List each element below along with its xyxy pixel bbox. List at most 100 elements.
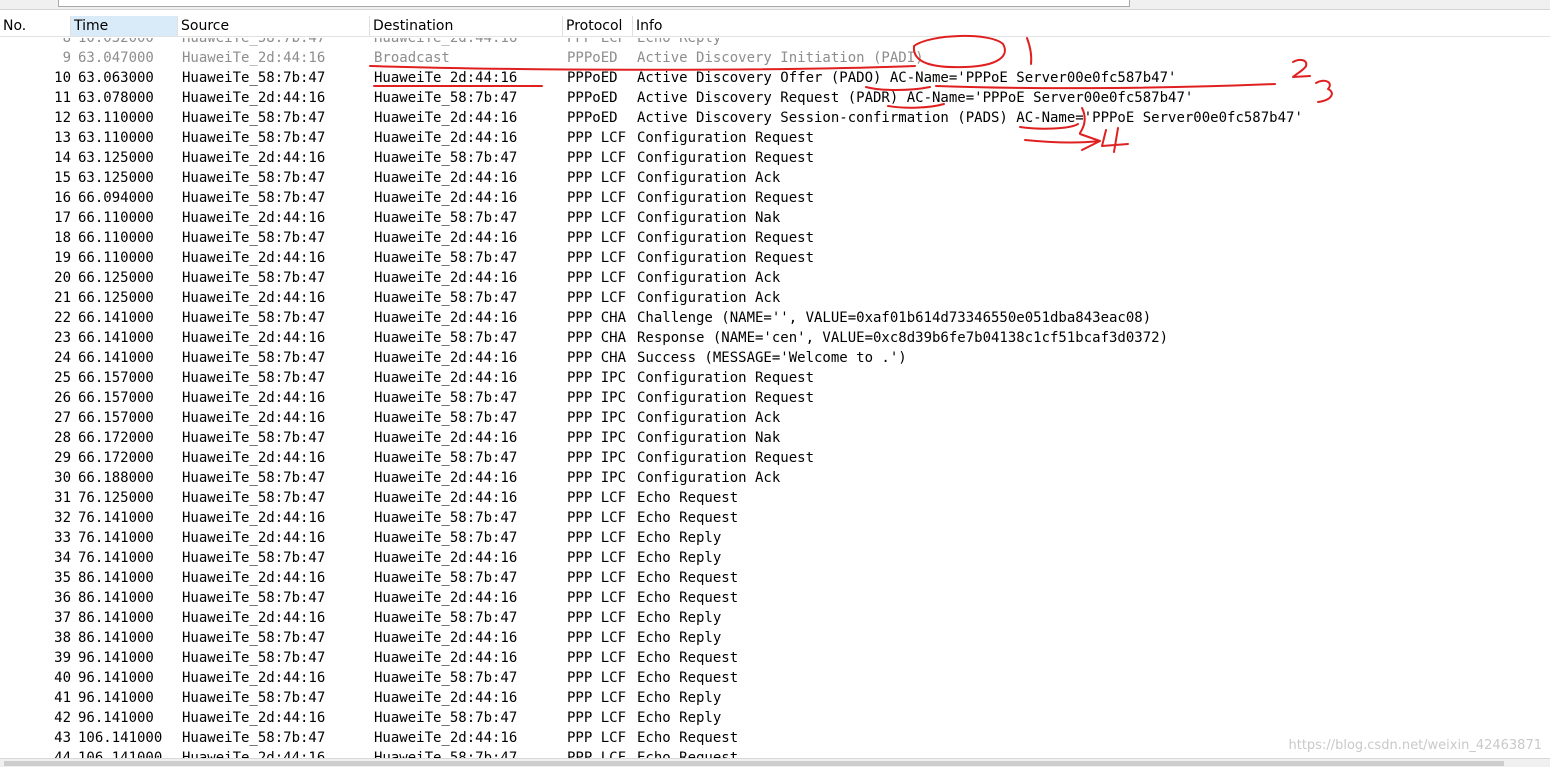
cell-info: Echo Reply (637, 710, 722, 726)
packet-row[interactable]: 28 66.172000 HuaweiTe_58:7b:47 HuaweiTe_2d:… (0, 428, 1550, 448)
cell-time: 63.125000 (78, 170, 154, 186)
packet-row[interactable]: 25 66.157000 HuaweiTe_58:7b:47 HuaweiTe_2d:… (0, 368, 1550, 388)
cell-destination: HuaweiTe_58:7b:47 (374, 410, 518, 426)
cell-protocol: PPPoED (567, 70, 618, 86)
horizontal-scrollbar[interactable] (0, 758, 1550, 767)
cell-protocol: PPP LCF (567, 170, 627, 186)
packet-row[interactable]: 34 76.141000 HuaweiTe_58:7b:47 HuaweiTe_2d:… (0, 548, 1550, 568)
cell-source: HuaweiTe_58:7b:47 (182, 190, 326, 206)
packet-row[interactable]: 16 66.094000 HuaweiTe_58:7b:47 HuaweiTe_2d:… (0, 188, 1550, 208)
cell-info: Challenge (NAME='', VALUE=0xaf01b614d733… (637, 310, 1152, 326)
column-header-info[interactable]: Info (633, 16, 1550, 36)
packet-row[interactable]: 37 86.141000 HuaweiTe_2d:44:16 HuaweiTe_58:… (0, 608, 1550, 628)
cell-protocol: PPP LCF (567, 550, 627, 566)
packet-row[interactable]: 14 63.125000 HuaweiTe_2d:44:16 HuaweiTe_58:… (0, 148, 1550, 168)
cell-no: 33 (54, 530, 71, 546)
cell-info: Configuration Ack (637, 290, 781, 306)
packet-row[interactable]: 31 76.125000 HuaweiTe_58:7b:47 HuaweiTe_2d:… (0, 488, 1550, 508)
cell-no: 34 (54, 550, 71, 566)
column-header-destination[interactable]: Destination (370, 16, 563, 36)
packet-row[interactable]: 21 66.125000 HuaweiTe_2d:44:16 HuaweiTe_58:… (0, 288, 1550, 308)
cell-info: Active Discovery Initiation (PADI) (637, 50, 924, 66)
cell-destination: HuaweiTe_2d:44:16 (374, 38, 518, 46)
cell-info: Response (NAME='cen', VALUE=0xc8d39b6fe7… (637, 330, 1169, 346)
packet-row[interactable]: 23 66.141000 HuaweiTe_2d:44:16 HuaweiTe_58:… (0, 328, 1550, 348)
packet-row[interactable]: 36 86.141000 HuaweiTe_58:7b:47 HuaweiTe_2d:… (0, 588, 1550, 608)
packet-row[interactable]: 8 10.032000 HuaweiTe_58:7b:47 HuaweiTe_2… (0, 38, 1550, 48)
cell-no: 43 (54, 730, 71, 746)
cell-info: Configuration Request (637, 450, 815, 466)
cell-no: 11 (54, 90, 71, 106)
cell-no: 37 (54, 610, 71, 626)
packet-row[interactable]: 26 66.157000 HuaweiTe_2d:44:16 HuaweiTe_58:… (0, 388, 1550, 408)
column-header-time[interactable]: Time (71, 16, 178, 36)
packet-row[interactable]: 11 63.078000 HuaweiTe_2d:44:16 HuaweiTe_58:… (0, 88, 1550, 108)
packet-row[interactable]: 22 66.141000 HuaweiTe_58:7b:47 HuaweiTe_2d:… (0, 308, 1550, 328)
packet-row[interactable]: 9 63.047000 HuaweiTe_2d:44:16 Broadcast PPPo… (0, 48, 1550, 68)
packet-row[interactable]: 39 96.141000 HuaweiTe_58:7b:47 HuaweiTe_2d:… (0, 648, 1550, 668)
packet-row[interactable]: 27 66.157000 HuaweiTe_2d:44:16 HuaweiTe_58:… (0, 408, 1550, 428)
cell-protocol: PPP LCF (567, 270, 627, 286)
packet-row[interactable]: 19 66.110000 HuaweiTe_2d:44:16 HuaweiTe_58:… (0, 248, 1550, 268)
cell-time: 66.141000 (78, 330, 154, 346)
cell-source: HuaweiTe_58:7b:47 (182, 230, 326, 246)
cell-source: HuaweiTe_58:7b:47 (182, 490, 326, 506)
cell-destination: HuaweiTe_58:7b:47 (374, 530, 518, 546)
packet-row[interactable]: 29 66.172000 HuaweiTe_2d:44:16 HuaweiTe_58:… (0, 448, 1550, 468)
column-header-protocol[interactable]: Protocol (563, 16, 633, 36)
column-header-source[interactable]: Source (178, 16, 370, 36)
cell-info: Echo Request (637, 490, 739, 506)
cell-protocol: PPP LCF (567, 490, 627, 506)
cell-destination: HuaweiTe_2d:44:16 (374, 730, 518, 746)
cell-info: Echo Reply (637, 530, 722, 546)
cell-source: HuaweiTe_2d:44:16 (182, 290, 326, 306)
cell-destination: HuaweiTe_2d:44:16 (374, 490, 518, 506)
packet-row[interactable]: 40 96.141000 HuaweiTe_2d:44:16 HuaweiTe_58:… (0, 668, 1550, 688)
packet-row[interactable]: 42 96.141000 HuaweiTe_2d:44:16 HuaweiTe_58:… (0, 708, 1550, 728)
cell-source: HuaweiTe_2d:44:16 (182, 670, 326, 686)
cell-protocol: PPP CHA (567, 330, 627, 346)
packet-row[interactable]: 24 66.141000 HuaweiTe_58:7b:47 HuaweiTe_2d:… (0, 348, 1550, 368)
cell-no: 36 (54, 590, 71, 606)
cell-protocol: PPP LCF (567, 230, 627, 246)
packet-row[interactable]: 30 66.188000 HuaweiTe_58:7b:47 HuaweiTe_2d:… (0, 468, 1550, 488)
packet-row[interactable]: 41 96.141000 HuaweiTe_58:7b:47 HuaweiTe_2d:… (0, 688, 1550, 708)
packet-row[interactable]: 18 66.110000 HuaweiTe_58:7b:47 HuaweiTe_2d:… (0, 228, 1550, 248)
packet-row[interactable]: 33 76.141000 HuaweiTe_2d:44:16 HuaweiTe_58:… (0, 528, 1550, 548)
display-filter-input[interactable] (58, 0, 1130, 7)
packet-row[interactable]: 35 86.141000 HuaweiTe_2d:44:16 HuaweiTe_58:… (0, 568, 1550, 588)
scrollbar-thumb[interactable] (4, 761, 1504, 766)
cell-info: Echo Request (637, 510, 739, 526)
cell-no: 29 (54, 450, 71, 466)
packet-row-partial[interactable]: 8 10.032000 HuaweiTe_58:7b:47 HuaweiTe_2… (0, 38, 1550, 48)
packet-row[interactable]: 12 63.110000 HuaweiTe_58:7b:47 HuaweiTe_2d:… (0, 108, 1550, 128)
cell-no: 27 (54, 410, 71, 426)
cell-no: 16 (54, 190, 71, 206)
cell-no: 38 (54, 630, 71, 646)
cell-info: Echo Request (637, 650, 739, 666)
cell-source: HuaweiTe_2d:44:16 (182, 50, 326, 66)
column-header-no[interactable]: No. (0, 16, 71, 36)
cell-protocol: PPP IPC (567, 450, 627, 466)
cell-info: Echo Request (637, 670, 739, 686)
cell-destination: HuaweiTe_2d:44:16 (374, 550, 518, 566)
packet-list[interactable]: 8 10.032000 HuaweiTe_58:7b:47 HuaweiTe_2… (0, 38, 1550, 758)
cell-destination: HuaweiTe_58:7b:47 (374, 250, 518, 266)
cell-time: 76.141000 (78, 510, 154, 526)
cell-time: 66.157000 (78, 370, 154, 386)
packet-row[interactable]: 32 76.141000 HuaweiTe_2d:44:16 HuaweiTe_58:… (0, 508, 1550, 528)
cell-protocol: PPP LCF (567, 630, 627, 646)
cell-destination: Broadcast (374, 50, 450, 66)
packet-row[interactable]: 20 66.125000 HuaweiTe_58:7b:47 HuaweiTe_2d:… (0, 268, 1550, 288)
packet-row[interactable]: 17 66.110000 HuaweiTe_2d:44:16 HuaweiTe_58:… (0, 208, 1550, 228)
cell-no: 9 (62, 50, 71, 66)
packet-row[interactable]: 38 86.141000 HuaweiTe_58:7b:47 HuaweiTe_2d:… (0, 628, 1550, 648)
packet-row[interactable]: 10 63.063000 HuaweiTe_58:7b:47 HuaweiTe_2d:… (0, 68, 1550, 88)
packet-row[interactable]: 13 63.110000 HuaweiTe_58:7b:47 HuaweiTe_2d:… (0, 128, 1550, 148)
cell-no: 22 (54, 310, 71, 326)
cell-no: 25 (54, 370, 71, 386)
cell-no: 28 (54, 430, 71, 446)
cell-protocol: PPP LCF (567, 750, 627, 758)
packet-row[interactable]: 15 63.125000 HuaweiTe_58:7b:47 HuaweiTe_2d:… (0, 168, 1550, 188)
cell-no: 32 (54, 510, 71, 526)
